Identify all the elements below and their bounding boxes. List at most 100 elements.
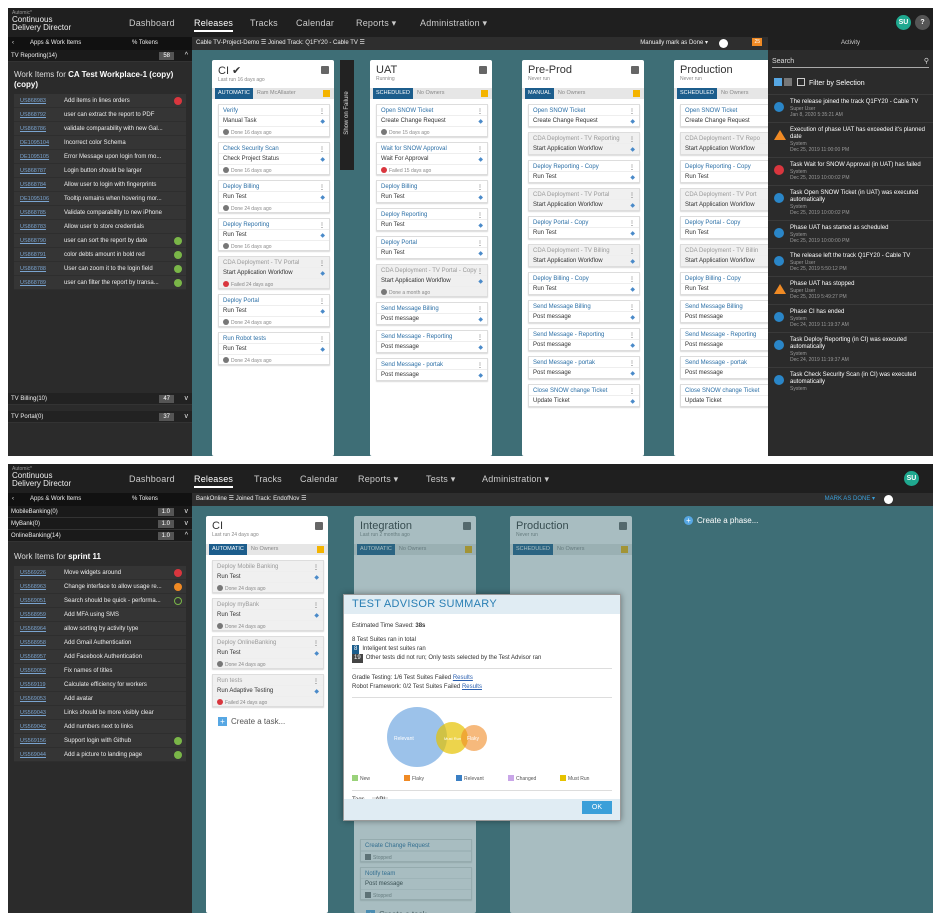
task-name[interactable]: Deploy Portal - Copy <box>529 217 639 228</box>
list-item[interactable]: US568959 Add MFA using SMS <box>14 608 186 622</box>
task-menu-icon[interactable]: ⋮ <box>629 248 635 255</box>
task-menu-icon[interactable]: ⋮ <box>313 640 319 647</box>
phase-trigger-type[interactable]: SCHEDULED <box>513 544 553 555</box>
phase-trigger-type[interactable]: AUTOMATIC <box>357 544 395 555</box>
list-item[interactable]: US569044 Add a picture to landing page <box>14 748 186 762</box>
phase-trigger-type[interactable]: SCHEDULED <box>677 88 717 99</box>
phase-owner[interactable]: Ram McAllaster <box>257 90 296 96</box>
task-card[interactable]: Deploy Billing Run Test ⋮ ◆ Done 24 days ago <box>218 180 330 213</box>
activity-item[interactable]: Phase UAT has started as scheduled System… <box>768 220 933 248</box>
task-menu-icon[interactable]: ⋮ <box>319 260 325 267</box>
app-category-row[interactable]: TV Portal(0) 37 v <box>8 411 192 423</box>
task-menu-icon[interactable]: ⋮ <box>477 212 483 219</box>
show-on-failure-toggle[interactable]: Show on Failure <box>340 60 354 170</box>
work-item-id[interactable]: US868789 <box>20 276 46 290</box>
chevron-down-icon[interactable]: v <box>185 518 189 530</box>
task-card[interactable]: Verify Manual Task ⋮ ◆ Done 16 days ago <box>218 104 330 137</box>
task-card[interactable]: Notify team Post message Stopped <box>360 867 472 900</box>
task-name[interactable]: Notify team <box>361 868 471 879</box>
activity-item[interactable]: Phase UAT has stopped Super User Dec 25, 2… <box>768 276 933 304</box>
task-menu-icon[interactable]: ⋮ <box>319 146 325 153</box>
task-menu-icon[interactable]: ⋮ <box>629 164 635 171</box>
task-name[interactable]: Deploy Billing <box>219 181 329 192</box>
task-menu-icon[interactable]: ⋮ <box>313 564 319 571</box>
filter-by-selection[interactable]: Filter by Selection <box>774 78 927 88</box>
manual-mark-done-dropdown[interactable]: Manually mark as Done ▾ <box>640 37 708 50</box>
task-card[interactable]: Deploy Reporting - Copy Run Test ⋮ ◆ <box>528 160 640 183</box>
task-card[interactable]: Send Message - Reporting Post message ⋮ ◆ <box>376 330 488 353</box>
phase-name[interactable]: CI ✔ <box>218 64 328 77</box>
task-name[interactable]: Send Message Billing <box>529 301 639 312</box>
create-phase-button[interactable]: + Create a phase... <box>684 516 758 525</box>
task-name[interactable]: Deploy OnlineBanking <box>213 637 323 648</box>
list-item[interactable]: US569043 Links should be more visibly cle… <box>14 706 186 720</box>
nav-dashboard[interactable]: Dashboard <box>129 18 175 28</box>
task-name[interactable]: Deploy Portal <box>219 295 329 306</box>
task-card[interactable]: Deploy Portal - Copy Run Test ⋮ ◆ <box>528 216 640 239</box>
phase-action-icon[interactable] <box>317 546 324 553</box>
task-menu-icon[interactable]: ⋮ <box>629 220 635 227</box>
phase-owner[interactable]: No Owners <box>251 546 279 552</box>
work-item-id[interactable]: US569044 <box>20 748 46 762</box>
phase-action-icon[interactable] <box>633 90 640 97</box>
release-name[interactable]: BankOnline ☰ Joined Track: EndofNov ☰ <box>196 496 306 502</box>
task-menu-icon[interactable]: ⋮ <box>477 184 483 191</box>
task-name[interactable]: Deploy myBank <box>213 599 323 610</box>
list-item[interactable]: DE1095105 Error Message upon login from m… <box>14 150 186 164</box>
task-name[interactable]: Wait for SNOW Approval <box>377 143 487 154</box>
brand-logo[interactable]: Automic* Continuous Delivery Director <box>12 10 82 32</box>
phase-menu-icon[interactable] <box>631 66 639 74</box>
tokens-tab[interactable]: % Tokens <box>132 493 158 506</box>
task-menu-icon[interactable]: ⋮ <box>477 334 483 341</box>
list-item[interactable]: US569053 Add avatar <box>14 692 186 706</box>
work-item-id[interactable]: US568959 <box>20 608 46 622</box>
task-card[interactable]: Send Message - portak Post message ⋮ ◆ <box>528 356 640 379</box>
list-item[interactable]: DE1095106 Tooltip remains when hovering m… <box>14 192 186 206</box>
task-name[interactable]: Close SNOW change Ticket <box>529 385 639 396</box>
activity-item[interactable]: Task Check Security Scan (in CI) was exe… <box>768 367 933 396</box>
chevron-down-icon[interactable]: v <box>185 506 189 518</box>
notification-badge[interactable]: 25 <box>752 38 762 46</box>
work-item-id[interactable]: US568957 <box>20 650 46 664</box>
search-icon[interactable]: ⚲ <box>924 56 929 68</box>
task-menu-icon[interactable]: ⋮ <box>313 602 319 609</box>
task-card[interactable]: Send Message Billing Post message ⋮ ◆ <box>528 300 640 323</box>
list-item[interactable]: US868791 color debts amount in bold red <box>14 248 186 262</box>
robot-results-link[interactable]: Results <box>462 684 482 690</box>
activity-item[interactable]: Task Wait for SNOW Approval (in UAT) has… <box>768 157 933 185</box>
collapse-icon[interactable]: ‹ <box>12 40 14 46</box>
task-card[interactable]: Deploy Portal Run Test ⋮ ◆ <box>376 236 488 259</box>
chevron-down-icon[interactable]: v <box>185 411 189 423</box>
task-name[interactable]: Deploy Reporting <box>377 209 487 220</box>
phase-trigger-type[interactable]: AUTOMATIC <box>209 544 247 555</box>
nav-reports[interactable]: Reports ▾ <box>356 18 396 29</box>
task-menu-icon[interactable]: ⋮ <box>477 146 483 153</box>
phase-owner[interactable]: No Owners <box>558 90 586 96</box>
activity-item[interactable]: Task Deploy Reporting (in CI) was execut… <box>768 332 933 367</box>
task-menu-icon[interactable]: ⋮ <box>629 276 635 283</box>
work-item-id[interactable]: US868788 <box>20 262 46 276</box>
activity-item[interactable]: Phase CI has ended System Dec 24, 2019 11:… <box>768 304 933 332</box>
phase-trigger-type[interactable]: SCHEDULED <box>373 88 413 99</box>
task-card[interactable]: Send Message Billing Post message ⋮ ◆ <box>376 302 488 325</box>
task-menu-icon[interactable]: ⋮ <box>629 136 635 143</box>
task-menu-icon[interactable]: ⋮ <box>629 360 635 367</box>
nav-releases[interactable]: Releases <box>194 18 234 32</box>
user-avatar[interactable]: SU <box>896 15 911 30</box>
phase-menu-icon[interactable] <box>463 522 471 530</box>
work-item-id[interactable]: US568958 <box>20 636 46 650</box>
task-menu-icon[interactable]: ⋮ <box>319 336 325 343</box>
task-menu-icon[interactable]: ⋮ <box>313 678 319 685</box>
list-item[interactable]: US568957 Add Facebook Authentication <box>14 650 186 664</box>
work-item-id[interactable]: US568963 <box>20 580 46 594</box>
work-item-id[interactable]: US569156 <box>20 734 46 748</box>
task-menu-icon[interactable]: ⋮ <box>629 108 635 115</box>
gradle-results-link[interactable]: Results <box>453 675 473 681</box>
list-item[interactable]: US569156 Support login with Github <box>14 734 186 748</box>
apps-work-items-tab[interactable]: Apps & Work Items <box>30 493 81 506</box>
task-card[interactable]: Deploy Portal Run Test ⋮ ◆ Done 24 days ago <box>218 294 330 327</box>
list-item[interactable]: US868787 Login button should be larger <box>14 164 186 178</box>
help-icon[interactable]: ? <box>915 15 930 30</box>
work-item-id[interactable]: US569052 <box>20 664 46 678</box>
phase-name[interactable]: Pre-Prod <box>528 64 638 76</box>
